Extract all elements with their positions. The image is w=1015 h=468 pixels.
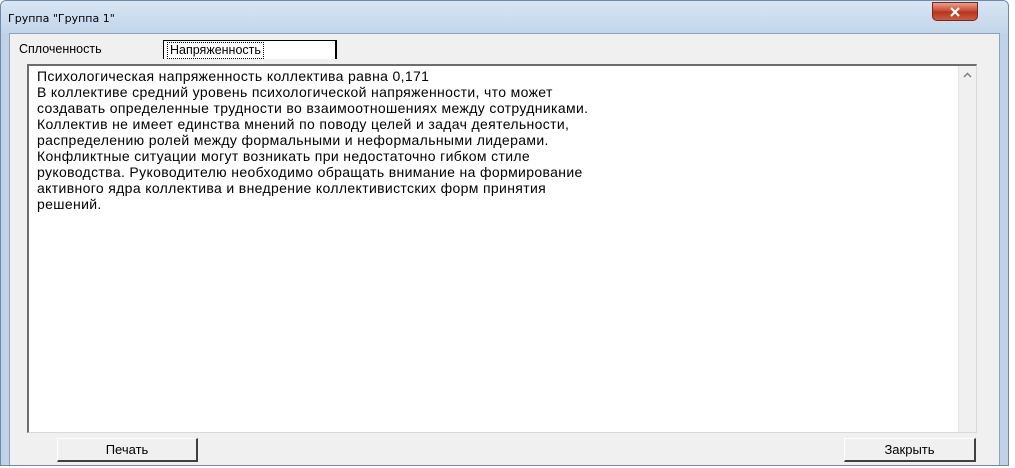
report-line: руководства. Руководителю необходимо обр… bbox=[37, 164, 583, 180]
scroll-up-arrow-icon bbox=[963, 72, 972, 77]
dialog-window: Группа "Группа 1" Сплоченность Напряженн… bbox=[0, 0, 1009, 466]
scroll-up-button[interactable] bbox=[959, 66, 976, 83]
close-icon bbox=[950, 6, 960, 17]
window-close-button[interactable] bbox=[932, 2, 978, 21]
vertical-scrollbar[interactable] bbox=[958, 66, 976, 432]
close-button[interactable]: Закрыть bbox=[844, 438, 976, 462]
report-line: В коллективе средний уровень психологиче… bbox=[37, 84, 553, 100]
report-text: Психологическая напряженность коллектива… bbox=[37, 68, 952, 212]
tab-tension[interactable]: Напряженность bbox=[163, 40, 337, 59]
print-button[interactable]: Печать bbox=[57, 438, 198, 462]
report-line: Конфликтные ситуации могут возникать при… bbox=[37, 148, 531, 164]
tab-cohesion[interactable]: Сплоченность bbox=[16, 40, 166, 59]
report-line: активного ядра коллектива и внедрение ко… bbox=[37, 180, 547, 196]
report-line: Коллектив не имеет единства мнений по по… bbox=[37, 116, 570, 132]
tab-cohesion-label: Сплоченность bbox=[19, 42, 102, 56]
window-title: Группа "Группа 1" bbox=[8, 12, 115, 25]
report-line: решений. bbox=[37, 196, 102, 212]
report-line: распределению ролей между формальными и … bbox=[37, 132, 549, 148]
report-text-area[interactable]: Психологическая напряженность коллектива… bbox=[27, 64, 977, 433]
tab-tension-label: Напряженность bbox=[167, 42, 264, 59]
report-line: Психологическая напряженность коллектива… bbox=[37, 68, 430, 84]
title-bar[interactable]: Группа "Группа 1" bbox=[1, 1, 1008, 33]
report-line: создавать определенные трудности во взаи… bbox=[37, 100, 589, 116]
